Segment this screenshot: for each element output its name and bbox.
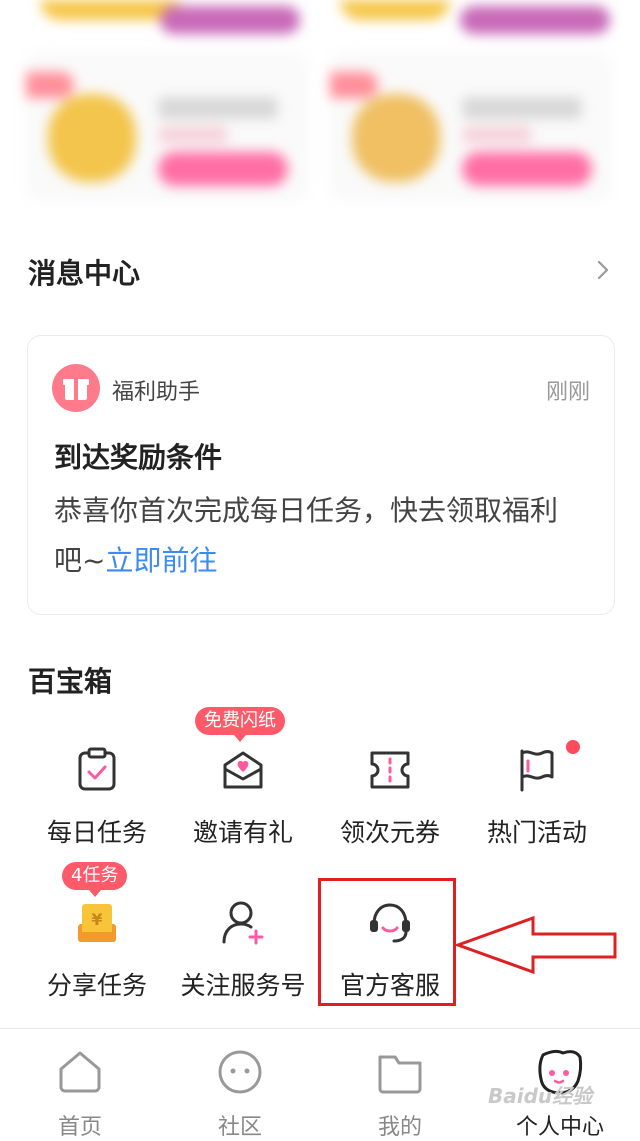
message-time: 刚刚 bbox=[545, 380, 590, 405]
go-now-link[interactable]: 立即前往 bbox=[105, 544, 217, 577]
tool-label: 分享任务 bbox=[46, 971, 147, 1000]
annotation-arrow-icon bbox=[455, 915, 617, 975]
message-title: 到达奖励条件 bbox=[54, 441, 223, 474]
free-badge: 免费闪纸 bbox=[195, 707, 285, 742]
tab-label: 个人中心 bbox=[515, 1115, 604, 1140]
tool-label: 领次元券 bbox=[339, 818, 440, 847]
tool-label: 每日任务 bbox=[46, 818, 147, 847]
ticket-icon bbox=[370, 751, 410, 789]
tool-label: 关注服务号 bbox=[180, 971, 306, 1000]
folder-icon bbox=[378, 1055, 422, 1094]
user-add-icon bbox=[222, 901, 264, 945]
tool-hot-events[interactable]: 热门活动 bbox=[462, 745, 612, 865]
clipboard-check-icon bbox=[78, 747, 116, 791]
coin-box-icon: ¥ bbox=[78, 904, 116, 942]
message-sender: 福利助手 bbox=[112, 380, 201, 405]
notification-dot bbox=[566, 740, 580, 754]
tool-label: 邀请有礼 bbox=[192, 818, 293, 847]
task-count-badge: 4任务 bbox=[62, 862, 128, 897]
tool-invite-gift[interactable]: 邀请有礼 bbox=[168, 745, 318, 865]
gift-icon bbox=[52, 364, 100, 412]
home-icon bbox=[59, 1051, 101, 1093]
chevron-right-icon[interactable] bbox=[596, 258, 610, 282]
tool-coupons[interactable]: 领次元券 bbox=[315, 745, 465, 865]
tool-label: 热门活动 bbox=[486, 818, 587, 847]
toolbox-title: 百宝箱 bbox=[28, 665, 113, 698]
tab-community[interactable]: 社区 bbox=[160, 1029, 320, 1140]
tab-home[interactable]: 首页 bbox=[0, 1029, 160, 1140]
tab-label: 首页 bbox=[57, 1115, 102, 1140]
tool-follow-account[interactable]: 关注服务号 bbox=[168, 898, 318, 1018]
flag-icon bbox=[520, 749, 554, 792]
tab-mine[interactable]: 我的 bbox=[320, 1029, 480, 1140]
message-body: 恭喜你首次完成每日任务，快去领取福利吧~立即前往 bbox=[54, 486, 584, 586]
product-card[interactable] bbox=[330, 52, 612, 202]
tool-share-tasks[interactable]: ¥ 分享任务 bbox=[22, 898, 172, 1018]
svg-text:¥: ¥ bbox=[91, 910, 102, 929]
product-card[interactable] bbox=[26, 52, 308, 202]
annotation-highlight-box bbox=[318, 878, 456, 1006]
chat-face-icon bbox=[218, 1050, 262, 1094]
message-card[interactable]: 福利助手 刚刚 到达奖励条件 恭喜你首次完成每日任务，快去领取福利吧~立即前往 bbox=[27, 335, 615, 615]
tab-label: 我的 bbox=[377, 1115, 422, 1140]
tool-daily-tasks[interactable]: 每日任务 bbox=[22, 745, 172, 865]
tab-label: 社区 bbox=[217, 1115, 262, 1140]
product-strip bbox=[0, 0, 640, 38]
product-recommendations bbox=[0, 0, 640, 215]
message-center-title: 消息中心 bbox=[28, 257, 141, 290]
envelope-heart-icon bbox=[223, 751, 263, 789]
watermark: Baidu经验 bbox=[488, 1084, 593, 1108]
